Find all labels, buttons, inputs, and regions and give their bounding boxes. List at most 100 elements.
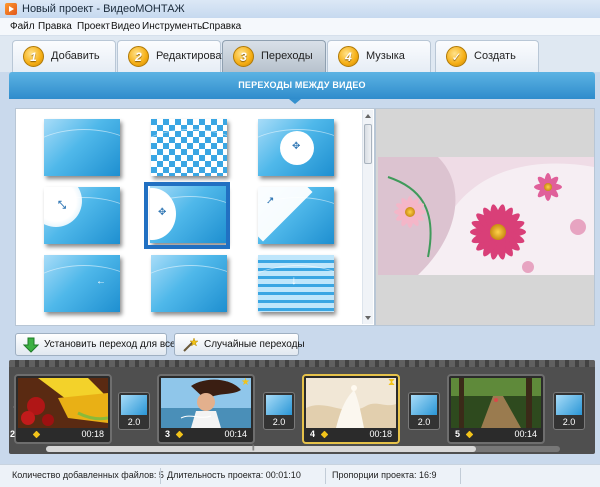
- tab-add[interactable]: 1 Добавить: [12, 40, 116, 72]
- tab-edit[interactable]: 2 Редактировать: [117, 40, 232, 72]
- clip-duration: 00:14: [224, 429, 247, 439]
- timeline-transition[interactable]: 2.0: [263, 392, 295, 430]
- grip-icon: |||: [252, 445, 255, 451]
- timeline-transition[interactable]: 2.0: [408, 392, 440, 430]
- green-arrow-down-icon: [23, 337, 39, 353]
- timeline-clip[interactable]: 2 00:18: [10, 374, 112, 444]
- transition-thumb-3[interactable]: ✥: [258, 119, 334, 176]
- menu-file[interactable]: Файл: [10, 21, 35, 32]
- transition-thumbnail: [411, 395, 437, 415]
- tab-create[interactable]: Создать: [435, 40, 539, 72]
- transition-thumb-9[interactable]: ↓: [258, 255, 334, 312]
- status-divider: [160, 468, 161, 484]
- arrow-down-icon: ↓: [291, 273, 297, 287]
- transition-thumb-1[interactable]: [44, 119, 120, 176]
- transition-duration: 2.0: [272, 417, 286, 427]
- status-divider: [325, 468, 326, 484]
- transition-thumbnail: [121, 395, 147, 415]
- circle-mask: [280, 131, 314, 165]
- clip-number: 3: [165, 429, 171, 439]
- clip-thumbnail: [306, 378, 396, 428]
- clip-thumbnail: [161, 378, 251, 428]
- status-divider: [460, 468, 461, 484]
- transitions-grid: ✥ ⤡ ✥ ↗ ← ↓: [15, 108, 375, 326]
- step-1-badge: 1: [23, 46, 44, 67]
- edit-pencil-icon[interactable]: [32, 430, 41, 439]
- scroll-thumb[interactable]: [364, 124, 372, 164]
- menu-help[interactable]: Справка: [202, 21, 241, 32]
- scroll-up-arrow-icon[interactable]: [365, 114, 371, 118]
- step-3-badge: 3: [233, 46, 254, 67]
- clip-number: 5: [455, 429, 461, 439]
- transition-thumb-6[interactable]: ↗: [258, 187, 334, 244]
- clip-info-bar: 5 00:14: [451, 429, 541, 440]
- timeline-transition[interactable]: 2.0: [118, 392, 150, 430]
- edit-pencil-icon[interactable]: [465, 430, 474, 439]
- timeline-scroll-thumb[interactable]: |||: [46, 445, 476, 452]
- tab-music[interactable]: 4 Музыка: [327, 40, 431, 72]
- status-aspect-ratio: Пропорции проекта: 16:9: [332, 470, 437, 480]
- transition-thumbnail: [266, 395, 292, 415]
- timeline-scrollbar[interactable]: |||: [46, 445, 560, 452]
- step-4-badge: 4: [338, 46, 359, 67]
- edit-pencil-icon[interactable]: [320, 430, 329, 439]
- arrow-left-icon: ←: [96, 276, 106, 287]
- diagonal-arrow-icon: ↗: [266, 196, 275, 207]
- status-project-duration: Длительность проекта: 00:01:10: [167, 470, 301, 480]
- menu-project[interactable]: Проект: [77, 21, 110, 32]
- timeline-clip-selected[interactable]: ⧗ 4 00:18: [302, 374, 400, 444]
- transition-thumb-7[interactable]: ←: [44, 255, 120, 312]
- hourglass-icon: ⧗: [387, 377, 395, 388]
- preview-image: [378, 157, 594, 275]
- menu-video[interactable]: Видео: [111, 21, 140, 32]
- grid-scrollbar[interactable]: [362, 110, 373, 324]
- transition-duration: 2.0: [417, 417, 431, 427]
- tab-transitions[interactable]: 3 Переходы: [222, 40, 326, 72]
- status-file-count: Количество добавленных файлов: 5: [12, 470, 164, 480]
- fruit-thumbnail-graphic: [18, 378, 108, 428]
- transition-preview: [375, 108, 595, 326]
- filmstrip-border: [9, 360, 595, 367]
- tab-label: Создать: [474, 50, 516, 62]
- window-title: Новый проект - ВидеоМОНТАЖ: [22, 3, 185, 15]
- star-icon: ★: [241, 377, 250, 388]
- transition-duration: 2.0: [127, 417, 141, 427]
- step-2-badge: 2: [128, 46, 149, 67]
- clip-duration: 00:18: [369, 429, 392, 439]
- clip-info-bar: 3 00:14: [161, 429, 251, 440]
- apply-transition-to-all-button[interactable]: Установить переход для всех: [15, 333, 180, 356]
- arrows-icon: ⤡: [58, 200, 66, 211]
- clip-number: 4: [310, 429, 316, 439]
- transitions-header-title: ПЕРЕХОДЫ МЕЖДУ ВИДЕО: [238, 80, 366, 90]
- clip-thumbnail: [18, 378, 108, 428]
- menu-bar: Файл Правка Проект Видео Инструменты Спр…: [0, 18, 600, 36]
- title-bar: Новый проект - ВидеоМОНТАЖ: [0, 0, 600, 18]
- step-tabs: 1 Добавить 2 Редактировать 3 Переходы 4 …: [0, 36, 600, 72]
- random-transitions-button[interactable]: Случайные переходы: [174, 333, 305, 356]
- transition-thumb-8[interactable]: [151, 255, 227, 312]
- clip-info-bar: 2 00:18: [10, 429, 108, 440]
- timeline-clip[interactable]: ★ 3 00:14: [157, 374, 255, 444]
- tab-label: Редактировать: [156, 50, 232, 62]
- timeline-clip[interactable]: 5 00:14: [447, 374, 545, 444]
- status-bar: Количество добавленных файлов: 5 Длитель…: [0, 464, 600, 487]
- edit-pencil-icon[interactable]: [175, 430, 184, 439]
- milk-splash-thumbnail-graphic: [306, 378, 396, 428]
- checkmark-icon: [446, 46, 467, 67]
- menu-tools[interactable]: Инструменты: [142, 21, 204, 32]
- flower-preview-graphic: [378, 157, 594, 275]
- tab-label: Музыка: [366, 50, 405, 62]
- timeline-transition[interactable]: 2.0: [553, 392, 585, 430]
- selected-transition-frame: [144, 182, 230, 249]
- magic-wand-icon: [183, 337, 198, 352]
- forest-path-thumbnail-graphic: [451, 378, 541, 428]
- tab-label: Переходы: [261, 50, 313, 62]
- transition-duration: 2.0: [562, 417, 576, 427]
- transition-thumb-4[interactable]: ⤡: [44, 187, 120, 244]
- scroll-down-arrow-icon[interactable]: [365, 316, 371, 320]
- app-logo-icon: [5, 3, 17, 15]
- transition-thumb-2[interactable]: [151, 119, 227, 176]
- beach-girl-thumbnail-graphic: [161, 378, 251, 428]
- menu-edit[interactable]: Правка: [38, 21, 72, 32]
- transition-thumbnail: [556, 395, 582, 415]
